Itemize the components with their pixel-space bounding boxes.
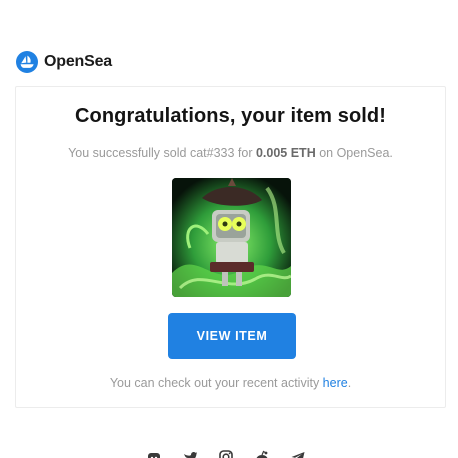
opensea-logo-icon (16, 51, 38, 73)
sale-summary: You successfully sold cat#333 for 0.005 … (16, 146, 445, 160)
brand-name: OpenSea (44, 53, 112, 70)
headline: Congratulations, your item sold! (75, 105, 386, 127)
social-links (145, 448, 307, 458)
reddit-icon[interactable] (253, 448, 271, 458)
telegram-icon[interactable] (289, 448, 307, 458)
on-text: on OpenSea. (315, 146, 393, 160)
recent-activity-text: You can check out your recent activity h… (16, 376, 445, 390)
nft-artwork-image[interactable] (172, 178, 291, 297)
twitter-icon[interactable] (181, 448, 199, 458)
item-name: cat#333 (189, 146, 235, 160)
instagram-icon[interactable] (217, 448, 235, 458)
opensea-brand: OpenSea (16, 51, 112, 73)
discord-icon[interactable] (145, 448, 163, 458)
for-text: for (234, 146, 256, 160)
sale-price: 0.005 ETH (255, 146, 316, 160)
sale-prefix: You successfully sold (68, 146, 190, 160)
sale-notification-card: Congratulations, your item sold! You suc… (15, 86, 446, 408)
recent-activity-link[interactable]: here (323, 376, 348, 390)
activity-suffix: . (347, 376, 352, 390)
view-item-button[interactable]: VIEW ITEM (168, 313, 296, 359)
activity-prefix: You can check out your recent activity (109, 376, 323, 390)
